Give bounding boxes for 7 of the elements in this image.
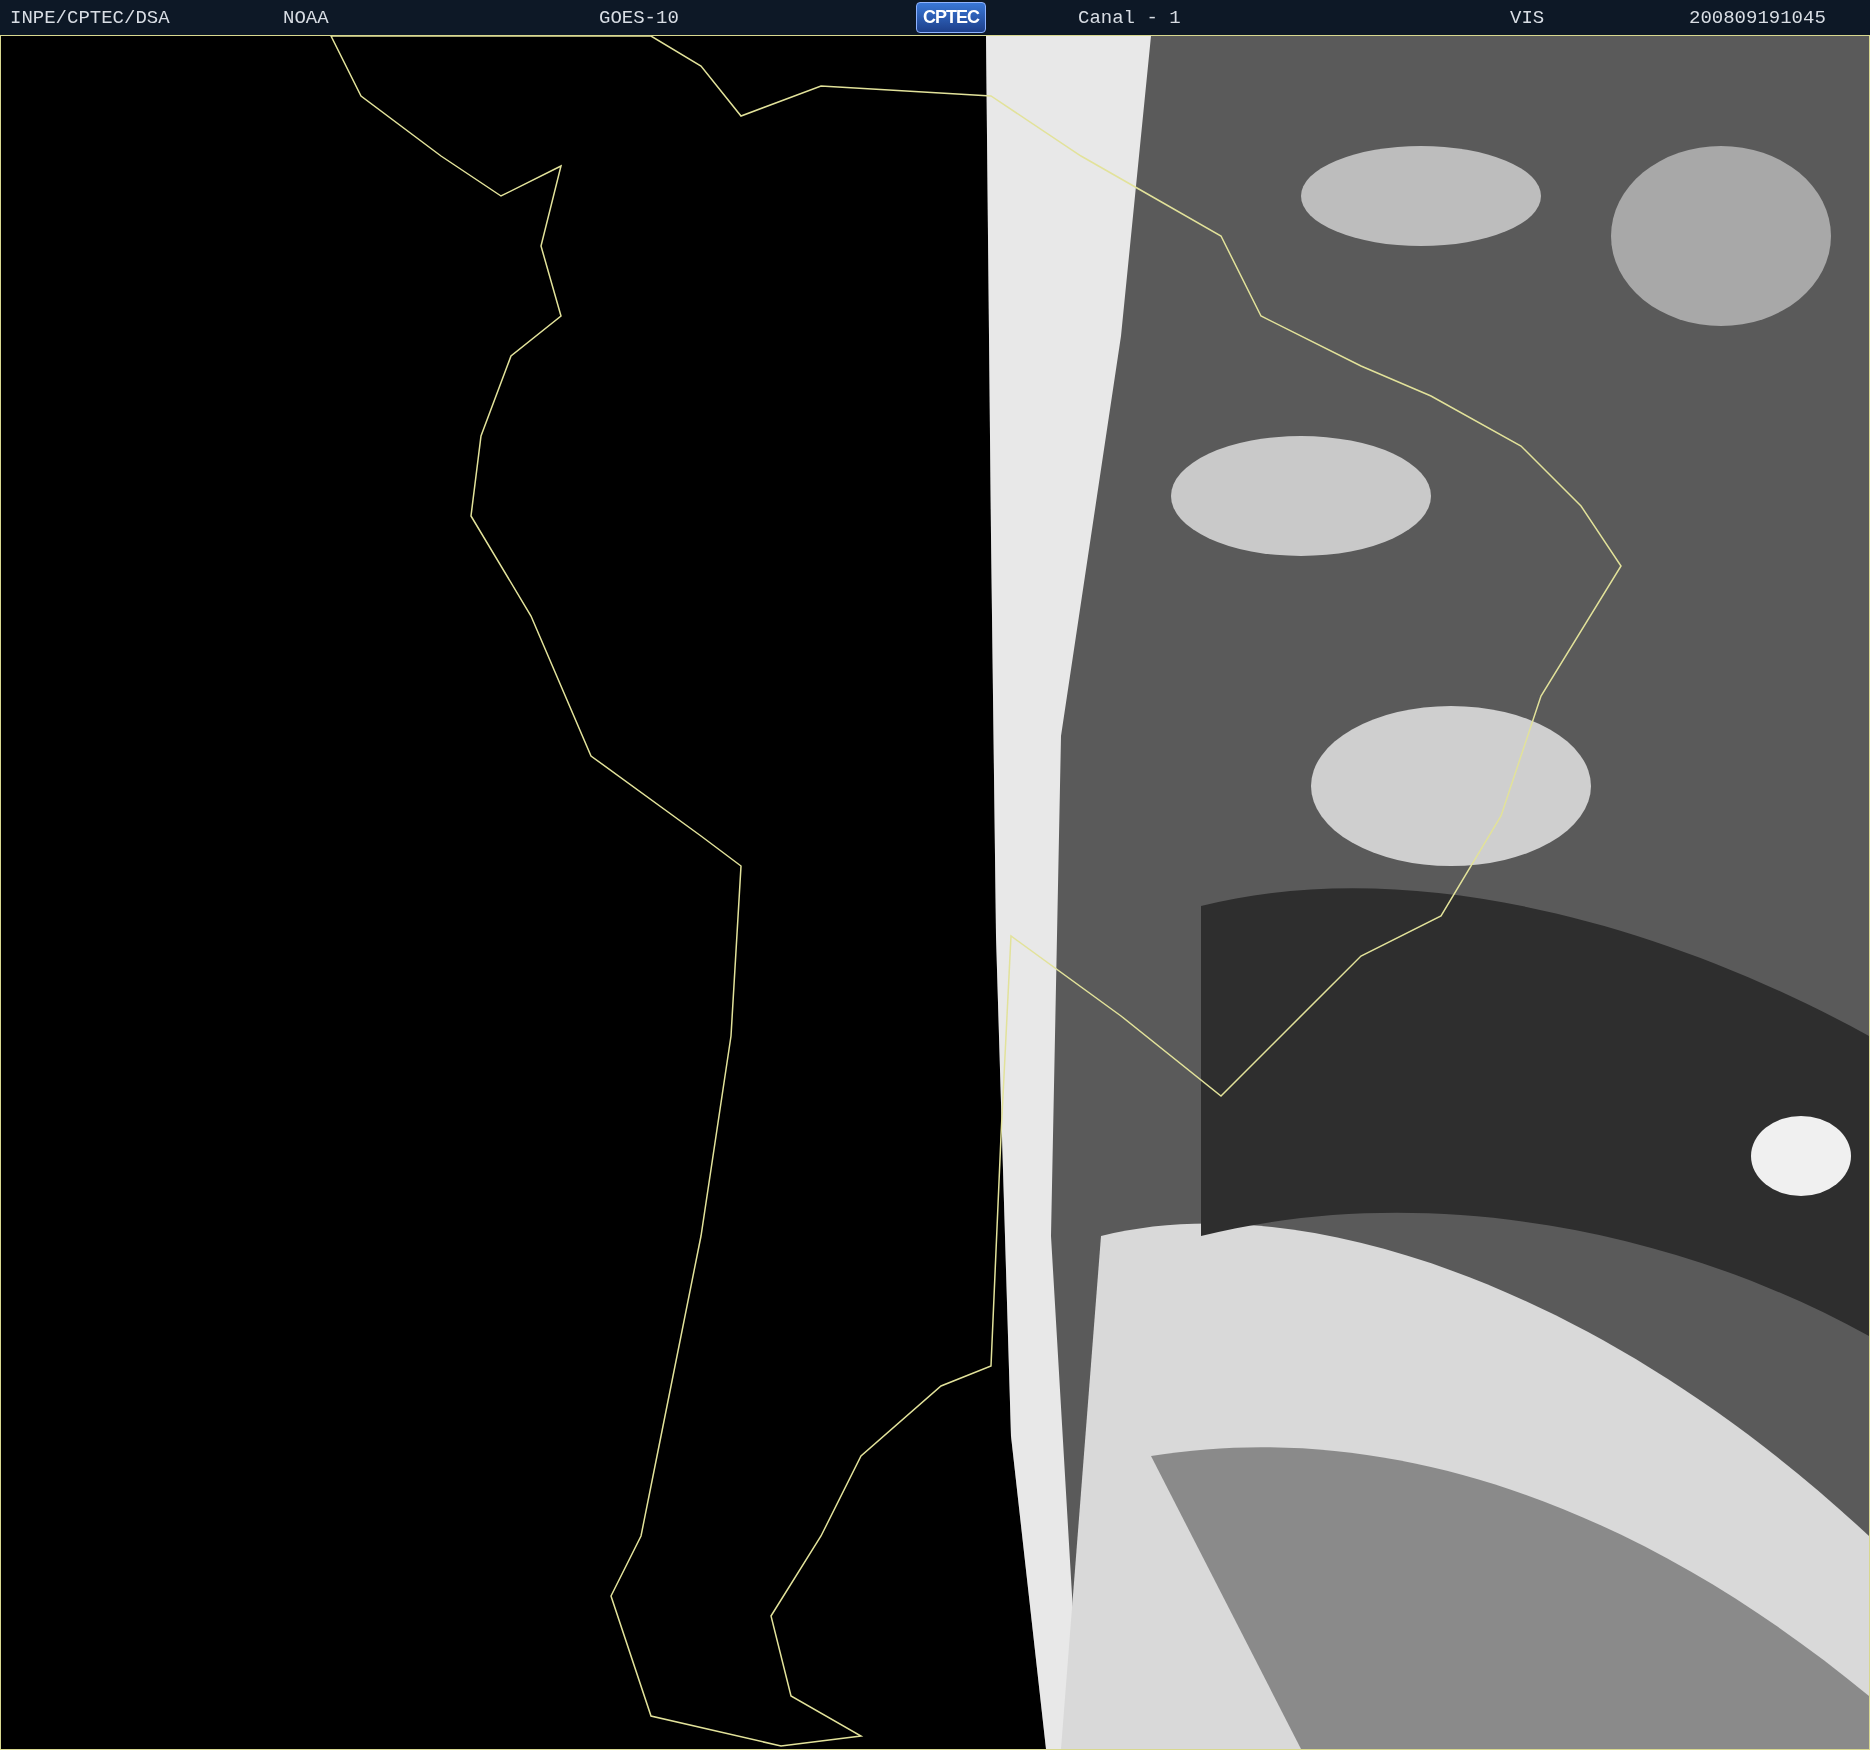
- header-label: GOES-10: [599, 6, 679, 29]
- header-label: NOAA: [283, 6, 329, 29]
- header-label: VIS: [1510, 6, 1545, 29]
- header-label: INPE/CPTEC/DSA: [10, 6, 170, 29]
- header-label: 200809191045: [1689, 6, 1826, 29]
- logo: CPTEC: [916, 2, 986, 33]
- header-label: Canal - 1: [1078, 6, 1181, 29]
